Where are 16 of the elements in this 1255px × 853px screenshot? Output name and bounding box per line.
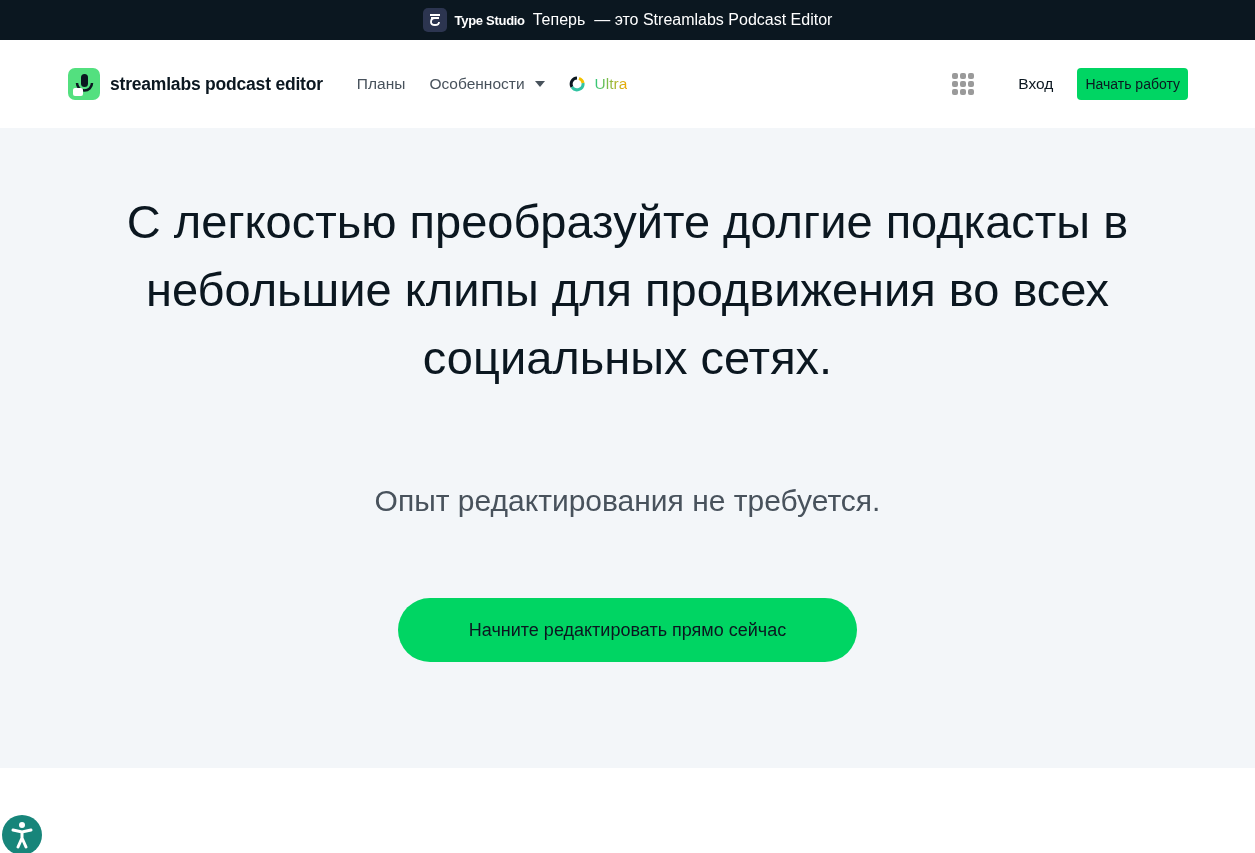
type-studio-logo-icon bbox=[422, 8, 447, 32]
brand-name: Type Studio bbox=[454, 12, 525, 28]
microphone-logo-icon bbox=[68, 68, 100, 100]
logo-text[interactable]: streamlabs podcast editor bbox=[110, 73, 323, 95]
caret-icon bbox=[534, 81, 545, 87]
apps-grid-icon[interactable] bbox=[952, 73, 975, 95]
ring-icon bbox=[568, 76, 585, 92]
announcement-text: Теперь — это Streamlabs Podcast Editor bbox=[532, 11, 833, 29]
hero-subtitle: Опыт редактирования не требуется. bbox=[374, 484, 881, 518]
hero-headline: С легкостью преобразуйте долгие подкасты в небольшие клипы для продвижения во всех социальных сетях. bbox=[125, 194, 1130, 386]
accessibility-icon[interactable] bbox=[2, 815, 42, 853]
nav-dropdown[interactable]: Особенности bbox=[429, 75, 545, 93]
login-link[interactable]: Вход bbox=[1018, 75, 1054, 93]
get-started-button[interactable]: Начать работу bbox=[1077, 68, 1188, 100]
nav-link[interactable]: Планы bbox=[356, 75, 406, 93]
start-editing-button[interactable]: Начните редактировать прямо сейчас bbox=[398, 598, 857, 662]
